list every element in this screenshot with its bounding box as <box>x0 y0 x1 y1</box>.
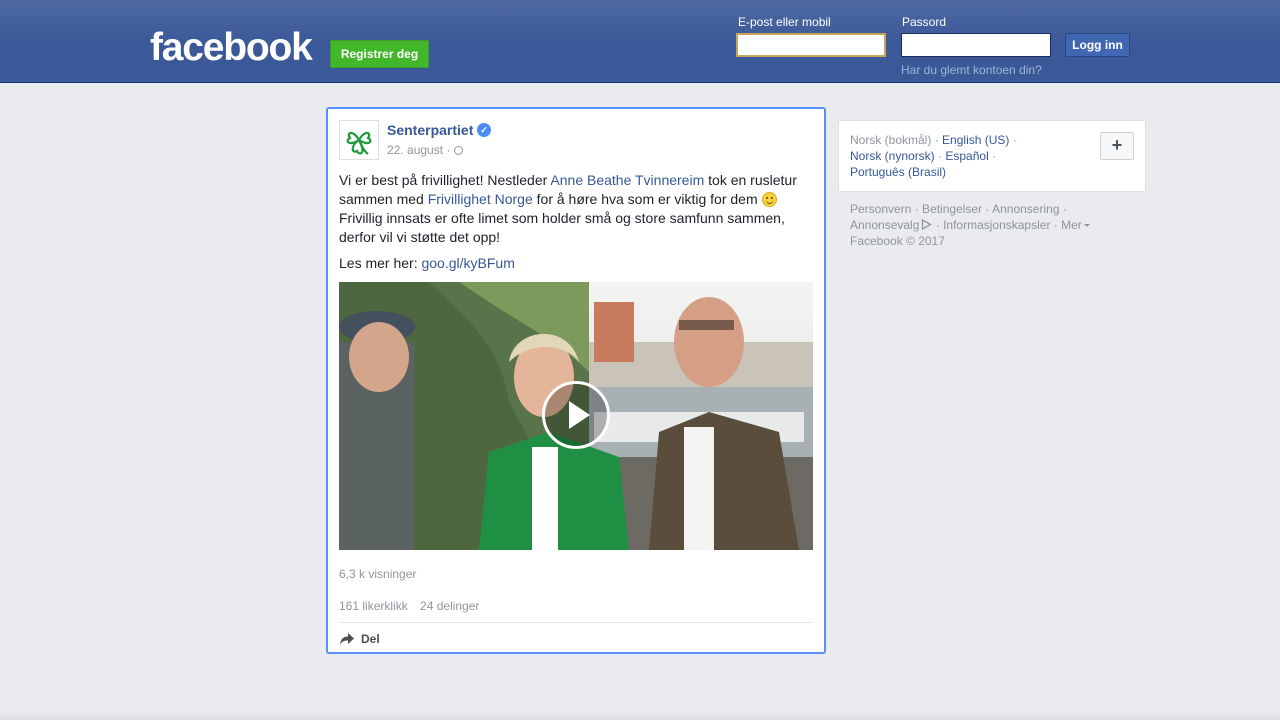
more-label: Mer <box>1061 218 1082 232</box>
post-date-text[interactable]: 22. august <box>387 143 443 157</box>
mention-link[interactable]: Anne Beathe Tvinnereim <box>550 172 704 188</box>
action-divider <box>339 622 813 623</box>
footer-link-terms[interactable]: Betingelser <box>922 202 982 216</box>
adchoices-icon <box>922 219 933 230</box>
share-arrow-icon <box>340 633 354 645</box>
read-more-link[interactable]: goo.gl/kyBFum <box>421 255 514 271</box>
language-link[interactable]: Português (Brasil) <box>850 165 946 179</box>
read-more-label: Les mer her: <box>339 255 418 271</box>
smiley-emoji-icon <box>761 192 777 207</box>
post-date[interactable]: 22. august · <box>387 143 450 157</box>
footer-link-adchoices[interactable]: Annonsevalg <box>850 218 933 232</box>
engagement-counts: 161 likerklikk 24 delinger <box>339 599 488 613</box>
forgot-account-link[interactable]: Har du glemt kontoen din? <box>901 63 1042 77</box>
register-button[interactable]: Registrer deg <box>330 40 429 68</box>
copyright: Facebook © 2017 <box>850 234 945 248</box>
bottom-shade <box>0 712 1280 720</box>
footer-link-advertising[interactable]: Annonsering <box>992 202 1059 216</box>
language-link[interactable]: Español <box>945 149 988 163</box>
post-message: Vi er best på frivillighet! Nestleder An… <box>339 171 813 247</box>
post-card: Senterpartiet ✓ 22. august · Vi er best … <box>326 107 826 654</box>
current-language: Norsk (bokmål) <box>850 133 932 147</box>
caret-down-icon <box>1083 224 1090 227</box>
language-link[interactable]: Norsk (nynorsk) <box>850 149 935 163</box>
footer-links: Personvern · Betingelser · Annonsering ·… <box>850 201 1140 249</box>
email-label: E-post eller mobil <box>738 15 831 29</box>
page-avatar[interactable] <box>339 120 379 160</box>
verified-check-icon: ✓ <box>477 123 491 137</box>
shares-count[interactable]: 24 delinger <box>420 599 479 613</box>
globe-icon <box>454 146 463 155</box>
login-button[interactable]: Logg inn <box>1065 33 1130 57</box>
top-bar: facebook Registrer deg E-post eller mobi… <box>0 0 1280 83</box>
post-text-part: Vi er best på frivillighet! Nestleder <box>339 172 551 188</box>
adchoices-label: Annonsevalg <box>850 218 920 232</box>
language-link[interactable]: English (US) <box>942 133 1009 147</box>
view-count: 6,3 k visninger <box>339 567 417 581</box>
video-player[interactable] <box>339 282 813 550</box>
facebook-logo[interactable]: facebook <box>150 26 313 70</box>
post-text-part: for å høre hva som er viktig for dem <box>532 191 762 207</box>
share-label: Del <box>361 632 380 646</box>
post-date-separator: · <box>446 143 451 157</box>
more-languages-button[interactable]: + <box>1100 132 1134 160</box>
likes-count[interactable]: 161 likerklikk <box>339 599 408 613</box>
email-input[interactable] <box>736 33 886 57</box>
footer-link-cookies[interactable]: Informasjonskapsler <box>943 218 1050 232</box>
post-text-part: Frivillig innsats er ofte limet som hold… <box>339 210 785 245</box>
read-more-line: Les mer her: goo.gl/kyBFum <box>339 254 515 273</box>
password-input[interactable] <box>901 33 1051 57</box>
share-button[interactable]: Del <box>339 630 380 648</box>
play-icon <box>569 401 590 429</box>
footer-link-more[interactable]: Mer <box>1061 218 1090 232</box>
password-label: Passord <box>902 15 947 29</box>
footer-link-privacy[interactable]: Personvern <box>850 202 911 216</box>
clover-logo-icon <box>346 131 372 155</box>
page-name-link[interactable]: Senterpartiet <box>387 122 473 138</box>
play-button[interactable] <box>542 381 610 449</box>
mention-link[interactable]: Frivillighet Norge <box>428 191 533 207</box>
language-selector: Norsk (bokmål) · English (US) · Norsk (n… <box>838 120 1146 192</box>
language-list: Norsk (bokmål) · English (US) · Norsk (n… <box>850 133 1017 179</box>
